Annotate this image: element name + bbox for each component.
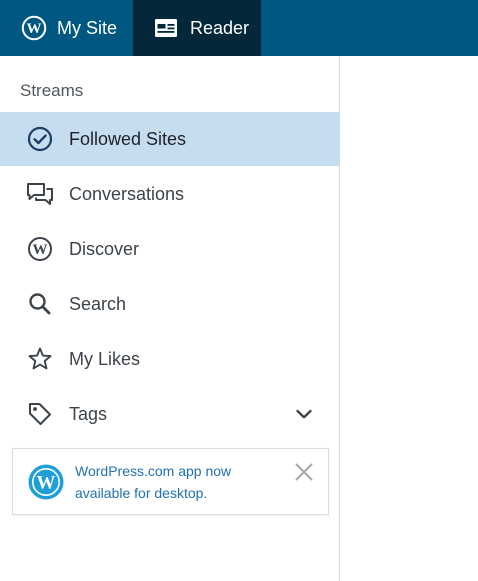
close-icon[interactable] xyxy=(292,460,316,484)
sidebar-item-label: Search xyxy=(69,293,127,314)
chat-bubbles-icon xyxy=(26,180,54,208)
wordpress-logo-icon: W xyxy=(26,235,54,263)
search-icon xyxy=(26,290,54,318)
my-site-label: My Site xyxy=(57,17,118,38)
sidebar-item-label: Discover xyxy=(69,238,140,259)
svg-text:W: W xyxy=(37,473,56,494)
wordpress-logo-icon: W xyxy=(21,15,47,41)
svg-text:W: W xyxy=(33,242,48,258)
sidebar-item-label: Followed Sites xyxy=(69,128,187,149)
sidebar-item-label: Conversations xyxy=(69,183,185,204)
desktop-app-notice[interactable]: W WordPress.com app now available for de… xyxy=(12,448,329,515)
sidebar-item-discover[interactable]: W Discover xyxy=(0,222,340,276)
star-icon xyxy=(26,345,54,373)
tag-icon xyxy=(26,400,54,428)
wordpress-logo-icon: W xyxy=(28,464,64,500)
reader-button[interactable]: Reader xyxy=(133,0,261,56)
sidebar-item-followed-sites[interactable]: Followed Sites xyxy=(0,112,340,166)
sidebar-item-conversations[interactable]: Conversations xyxy=(0,167,340,221)
checkmark-circle-icon xyxy=(26,125,54,153)
sidebar-item-tags[interactable]: Tags xyxy=(0,387,340,441)
reader-sidebar: Streams Followed Sites Conversations W D… xyxy=(0,56,340,581)
notice-text[interactable]: WordPress.com app now available for desk… xyxy=(75,460,275,504)
reader-content-area xyxy=(341,56,478,581)
sidebar-item-search[interactable]: Search xyxy=(0,277,340,331)
streams-heading: Streams xyxy=(20,81,84,100)
svg-text:W: W xyxy=(27,21,42,37)
sidebar-item-label: My Likes xyxy=(69,348,141,369)
reader-icon xyxy=(155,19,177,37)
my-site-button[interactable]: W My Site xyxy=(0,0,133,56)
masterbar: W My Site Reader xyxy=(0,0,478,56)
reader-label: Reader xyxy=(190,17,250,38)
sidebar-item-my-likes[interactable]: My Likes xyxy=(0,332,340,386)
chevron-down-icon[interactable] xyxy=(294,404,314,424)
sidebar-item-label: Tags xyxy=(69,403,108,424)
